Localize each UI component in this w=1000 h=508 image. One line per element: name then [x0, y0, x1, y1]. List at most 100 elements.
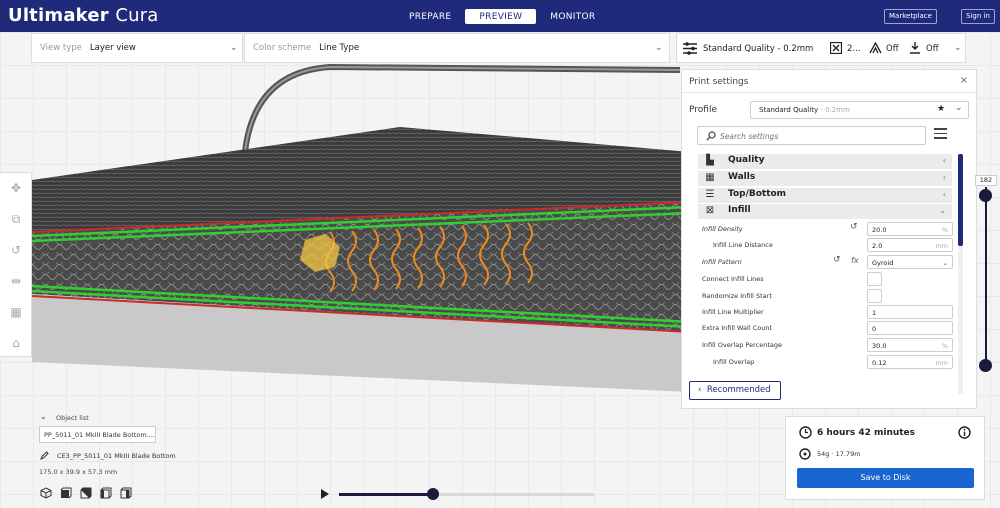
pencil-icon[interactable] [40, 451, 49, 460]
info-icon[interactable] [958, 426, 971, 439]
chevron-left-icon: ‹ [942, 190, 946, 199]
quality-icon: ▙ [706, 155, 714, 166]
adhesion-icon [910, 42, 920, 54]
rotate-icon[interactable]: ↺ [9, 243, 23, 257]
reset-icon[interactable]: ↺ [850, 222, 858, 232]
chevron-left-icon: ‹ [942, 156, 946, 165]
infill-pattern-dropdown[interactable]: Gyroid ⌄ [867, 255, 953, 269]
setting-infill-overlap: Infill Overlap 0.12 mm [702, 355, 954, 370]
search-settings-box [697, 126, 926, 145]
tab-monitor[interactable]: MONITOR [536, 9, 609, 24]
category-top-bottom[interactable]: ☰ Top/Bottom ‹ [698, 188, 952, 203]
color-scheme-value: Line Type [319, 43, 360, 53]
chevron-down-icon: ⌄ [655, 43, 663, 53]
category-quality[interactable]: ▙ Quality ‹ [698, 154, 952, 169]
chevron-down-icon: ⌄ [942, 259, 948, 267]
setting-connect-infill-lines: Connect Infill Lines [702, 272, 954, 287]
star-icon[interactable]: ★ [937, 104, 945, 114]
per-model-settings-icon[interactable]: ▦ [9, 305, 23, 319]
move-icon[interactable]: ✥ [9, 181, 23, 195]
spool-icon [799, 448, 811, 460]
infill-line-distance-input[interactable]: 2.0 mm [867, 238, 953, 252]
clock-icon [799, 426, 812, 439]
app-logo: Ultimaker Cura [8, 5, 159, 26]
infill-value: 2... [847, 44, 861, 54]
layer-slider-track[interactable] [985, 187, 987, 367]
infill-overlap-percentage-input[interactable]: 30.0% [867, 338, 953, 352]
close-icon[interactable]: × [960, 75, 968, 86]
profile-value: Standard Quality [759, 106, 819, 114]
layer-slider-lower-handle[interactable] [979, 359, 992, 372]
chevron-down-icon: ⌄ [939, 206, 946, 215]
infill-icon [830, 42, 842, 54]
infill-density-input[interactable]: 20.0% [867, 222, 953, 236]
function-icon[interactable]: fx [851, 256, 859, 265]
layer-slider-upper-handle[interactable] [979, 189, 992, 202]
view-type-label: View type [40, 43, 82, 53]
setting-infill-line-distance: Infill Line Distance 2.0 mm [702, 238, 954, 253]
tool-sidebar: ✥ ⧉ ↺ ⇹ ▦ ⌂ [0, 172, 32, 357]
object-list-item[interactable]: PP_5011_01 MkIII Blade Bottom.... [39, 426, 156, 443]
play-icon[interactable] [321, 489, 329, 499]
color-scheme-dropdown[interactable]: Color scheme Line Type ⌄ [244, 33, 670, 63]
profile-dropdown[interactable]: Standard Quality - 0.2mm ★ ⌄ [750, 101, 969, 119]
search-settings-input[interactable] [720, 130, 910, 142]
app-header: Ultimaker Cura PREPARE PREVIEW MONITOR M… [0, 0, 1000, 32]
scrollbar-thumb[interactable] [958, 154, 963, 246]
search-icon [706, 131, 716, 141]
connect-infill-lines-checkbox[interactable] [867, 272, 882, 286]
category-infill[interactable]: ⊠ Infill ⌄ [698, 204, 952, 219]
category-walls[interactable]: ▦ Walls ‹ [698, 171, 952, 186]
adhesion-value: Off [926, 44, 939, 54]
quality-profile-text: Standard Quality - 0.2mm [703, 44, 814, 54]
profile-suffix: - 0.2mm [818, 106, 850, 114]
stage-tabs: PREPARE PREVIEW MONITOR [395, 9, 609, 24]
divider [682, 92, 976, 93]
view-right-icon[interactable] [120, 487, 132, 499]
view-type-dropdown[interactable]: View type Layer view ⌄ [31, 33, 243, 63]
simulation-slider-fill [339, 493, 433, 496]
infill-overlap-input[interactable]: 0.12 mm [867, 355, 953, 369]
sign-in-button[interactable]: Sign in [961, 9, 995, 24]
support-blocker-icon[interactable]: ⌂ [9, 336, 23, 350]
setting-infill-overlap-percentage: Infill Overlap Percentage 30.0% [702, 338, 954, 353]
walls-icon: ▦ [705, 172, 715, 183]
tab-preview[interactable]: PREVIEW [465, 9, 537, 24]
print-setup-selector[interactable]: Standard Quality - 0.2mm 2... Off Off ⌄ [676, 33, 966, 63]
mirror-icon[interactable]: ⇹ [9, 274, 23, 288]
randomize-infill-start-checkbox[interactable] [867, 289, 882, 303]
extra-infill-wall-count-input[interactable]: 0 [867, 321, 953, 335]
setting-extra-infill-wall-count: Extra Infill Wall Count 0 [702, 321, 954, 336]
setting-infill-pattern: Infill Pattern ↺ fx Gyroid ⌄ [702, 255, 954, 270]
save-to-disk-button[interactable]: Save to Disk [797, 468, 974, 488]
setting-randomize-infill-start: Randomize Infill Start [702, 289, 954, 304]
tab-prepare[interactable]: PREPARE [395, 9, 465, 24]
layer-number[interactable]: 182 [975, 175, 997, 186]
chevron-down-icon[interactable]: ⌄ [40, 412, 47, 421]
view-left-icon[interactable] [100, 487, 112, 499]
top-bottom-icon: ☰ [705, 189, 715, 200]
support-icon [869, 42, 882, 54]
chevron-down-icon: ⌄ [954, 43, 962, 53]
view-front-icon[interactable] [60, 487, 72, 499]
object-list-label[interactable]: Object list [56, 414, 89, 422]
infill-line-multiplier-input[interactable]: 1 [867, 305, 953, 319]
marketplace-button[interactable]: Marketplace [884, 9, 937, 24]
support-value: Off [886, 44, 899, 54]
reset-icon[interactable]: ↺ [833, 255, 841, 265]
scale-icon[interactable]: ⧉ [9, 212, 23, 226]
setting-infill-line-multiplier: Infill Line Multiplier 1 [702, 305, 954, 320]
simulation-slider-handle[interactable] [427, 488, 439, 500]
view-type-value: Layer view [89, 43, 136, 53]
view-3d-icon[interactable] [40, 487, 52, 499]
settings-menu-icon[interactable] [934, 128, 947, 140]
sliders-icon [683, 42, 697, 55]
chevron-left-icon: ‹ [942, 173, 946, 182]
recommended-button[interactable]: ‹ Recommended [689, 381, 781, 400]
view-top-icon[interactable] [80, 487, 92, 499]
object-name[interactable]: CE3_PP_5011_01 MkIII Blade Bottom [57, 452, 176, 460]
print-time: 6 hours 42 minutes [817, 428, 916, 438]
chevron-left-icon: ‹ [698, 385, 702, 395]
profile-label: Profile [689, 105, 717, 115]
infill-icon: ⊠ [705, 205, 715, 216]
